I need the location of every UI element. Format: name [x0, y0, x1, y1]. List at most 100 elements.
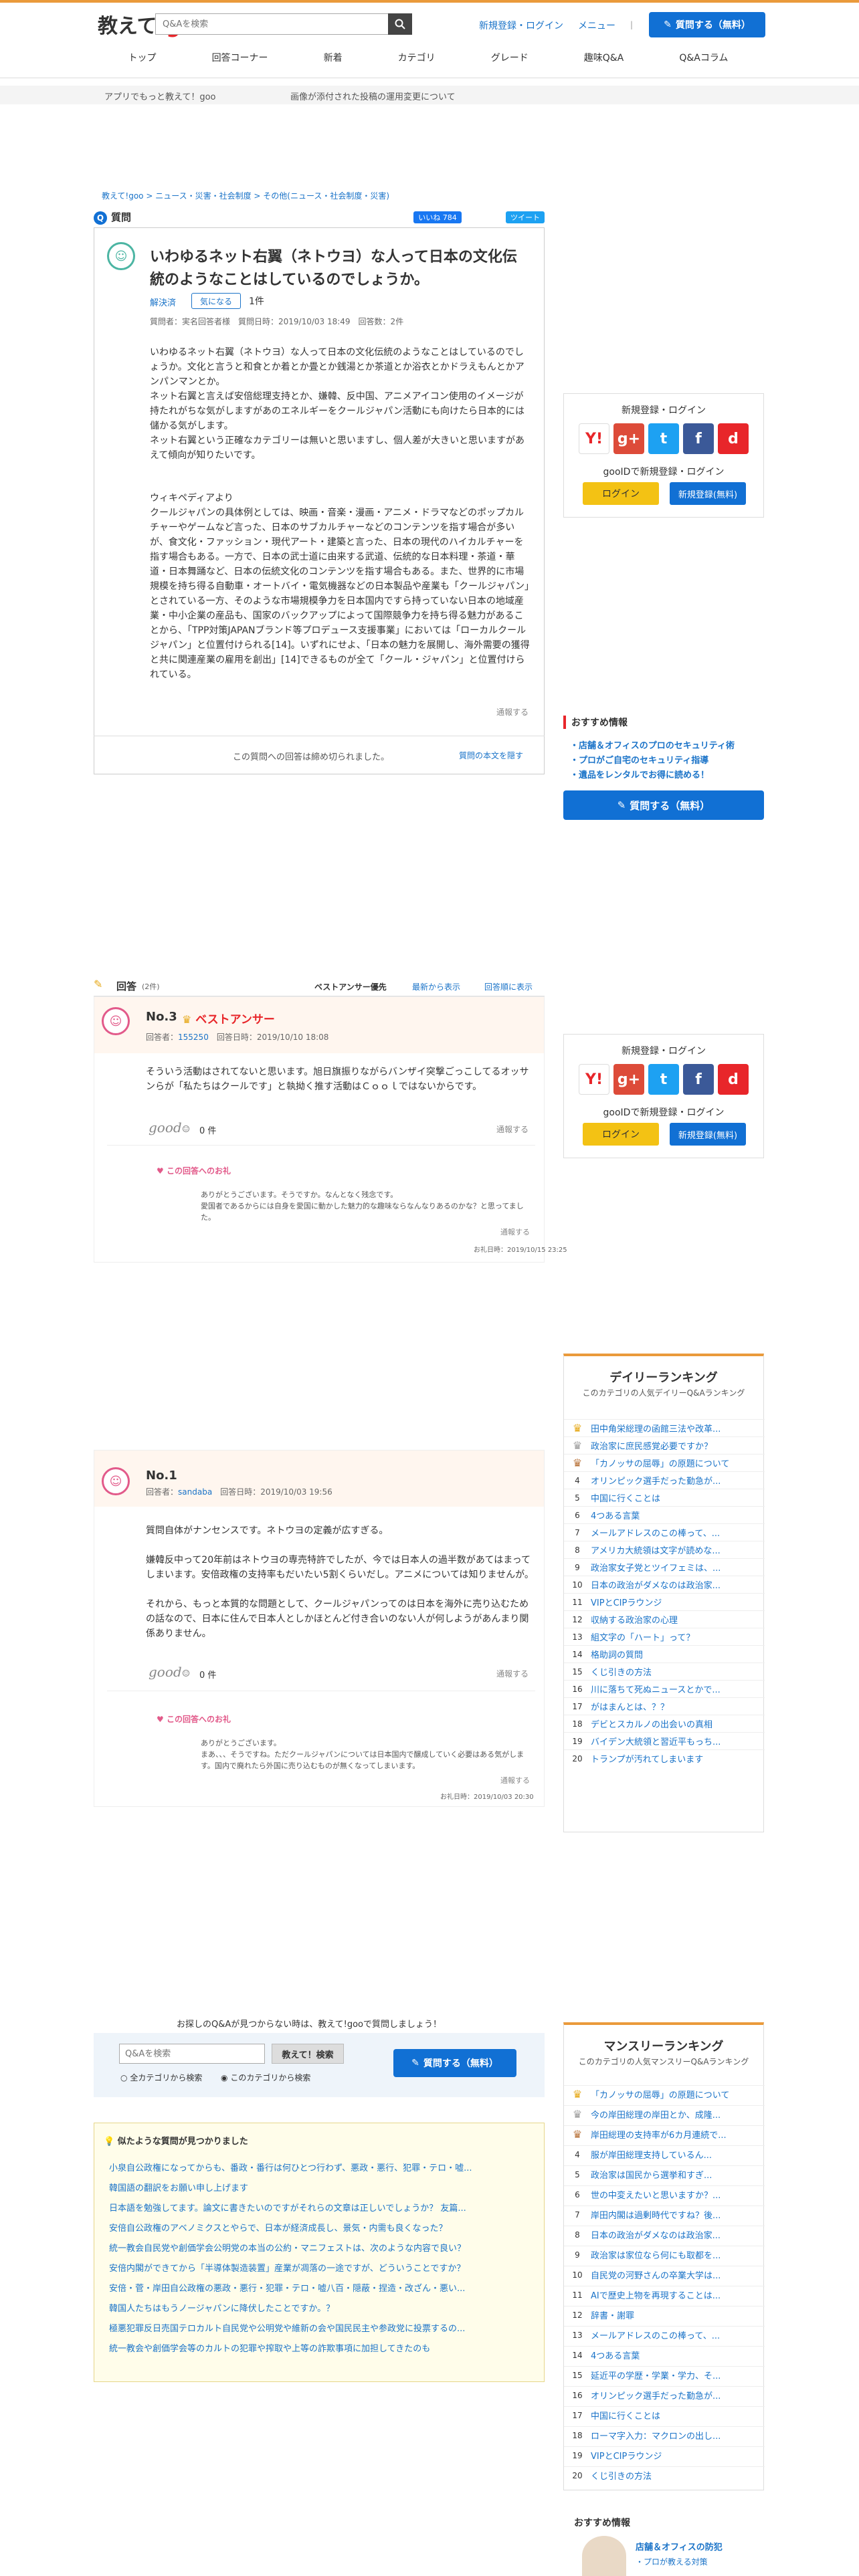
bottom-search-input[interactable] [119, 2044, 265, 2064]
ask-question-button[interactable]: ✎ 質問する（無料） [649, 12, 765, 37]
ranking-item[interactable]: 20 くじ引きの方法 [564, 2466, 765, 2484]
recommend-link-sub[interactable]: ・プロが教える対策 [636, 2556, 708, 2567]
ranking-item[interactable]: 10 自民党の河野さんの卒業大学は... [564, 2266, 765, 2283]
ranking-item[interactable]: ♛ 田中角栄総理の函館三法や改革... [564, 1419, 765, 1436]
ranking-item[interactable]: 14 4つある言葉 [564, 2346, 765, 2363]
sidebar-ask-button[interactable]: ✎ 質問する（無料） [563, 790, 764, 820]
recommend-link-title[interactable]: 店舗＆オフィスの防犯 [636, 2540, 723, 2553]
ranking-item[interactable]: 17 中国に行くことは [564, 2406, 765, 2424]
google-login-icon[interactable]: g+ [613, 1064, 644, 1095]
ranking-item[interactable]: 15 くじ引きの方法 [564, 1662, 765, 1680]
nav-item-qa-column[interactable]: Q&Aコラム [679, 51, 728, 64]
questioner-avatar[interactable]: ☺ [107, 242, 135, 270]
notice-policy-link[interactable]: 画像が添付された投稿の運用変更について [290, 90, 456, 102]
sidebar-login-button-2[interactable]: ログイン [583, 1123, 659, 1146]
similar-item[interactable]: 極悪犯罪反日売国テロカルト自民党や公明党や維新の会や国民民主や参政党に投票するの… [109, 2321, 531, 2334]
twitter-login-icon[interactable]: t [648, 423, 679, 454]
facebook-login-icon[interactable]: f [683, 423, 714, 454]
ranking-item[interactable]: 9 政治家女子党とツイフェミは、... [564, 1558, 765, 1576]
radio-this-category[interactable]: ◉ このカテゴリから検索 [221, 2072, 310, 2083]
ranking-item[interactable]: 13 組文字の「ハート」って？ [564, 1628, 765, 1645]
yahoo-login-icon[interactable]: Y! [579, 423, 609, 454]
ranking-item[interactable]: 11 AIで歴史上物を再現することは... [564, 2286, 765, 2303]
recommend-item-1[interactable]: ・店舗＆オフィスのプロのセキュリティ術 [570, 738, 735, 751]
docomo-login-icon[interactable]: d [718, 423, 749, 454]
similar-item[interactable]: 日本語を勉強してます。論文に書きたいのですがそれらの文章は正しいでしょうか？ 友… [109, 2201, 531, 2214]
similar-item[interactable]: 韓国人たちはもうノージャパンに降伏したことですか。？ [109, 2301, 531, 2314]
answer-report-link[interactable]: 通報する [496, 1668, 529, 1679]
ranking-item[interactable]: 20 トランプが汚れてしまいます [564, 1749, 765, 1767]
ranking-item[interactable]: 19 VIPとCIPラウンジ [564, 2446, 765, 2464]
sidebar-login-button[interactable]: ログイン [583, 482, 659, 505]
sort-answer-order[interactable]: 回答順に表示 [484, 981, 533, 992]
ranking-item[interactable]: 12 辞書・謝罪 [564, 2306, 765, 2323]
watch-button[interactable]: 気になる [191, 293, 241, 309]
ranking-item[interactable]: 6 4つある言葉 [564, 1506, 765, 1523]
ranking-item[interactable]: ♛ 「カノッサの屈辱」の原題について [564, 2085, 765, 2103]
ranking-item[interactable]: 16 オリンピック選手だった勤急が... [564, 2386, 765, 2403]
good-button[interactable]: good☺ [149, 1664, 190, 1680]
recommend-item-2[interactable]: ・プロがご自宅のセキュリティ指導 [570, 753, 708, 766]
radio-all-categories[interactable]: ○ 全カテゴリから検索 [120, 2072, 202, 2083]
ranking-item[interactable]: 7 メールアドレスのこの棒って、... [564, 1523, 765, 1541]
recommend-item-3[interactable]: ・遺品をレンタルでお得に読める！ [570, 768, 709, 780]
ranking-item[interactable]: 8 日本の政治がダメなのは政治家... [564, 2226, 765, 2243]
hide-body-link[interactable]: 質問の本文を隠す [459, 750, 523, 761]
similar-item[interactable]: 統一教会や創価学会等のカルトの犯罪や搾取や上等の詐欺事項に加担してきたのも [109, 2341, 531, 2354]
sort-best-first[interactable]: ベストアンサー優先 [314, 981, 387, 992]
facebook-login-icon[interactable]: f [683, 1064, 714, 1095]
ranking-item[interactable]: 17 がはまんとは、？？ [564, 1697, 765, 1715]
login-link[interactable]: 新規登録・ログイン [479, 19, 563, 32]
ranking-item[interactable]: ♛ 今の岸田総理の岸田とか、成隆... [564, 2105, 765, 2123]
nav-item-new[interactable]: 新着 [324, 51, 343, 64]
like-button[interactable]: いいね 784 [413, 211, 462, 223]
menu-link[interactable]: メニュー [578, 19, 615, 32]
nav-item-hobby-qa[interactable]: 趣味Q&A [584, 51, 624, 64]
ranking-item[interactable]: 16 川に落ちて死ぬニュースとかで... [564, 1680, 765, 1697]
ranking-item[interactable]: 15 延近平の学歴・学業・学力、そ... [564, 2366, 765, 2383]
nav-item-top[interactable]: トップ [128, 51, 157, 64]
nav-item-category[interactable]: カテゴリ [398, 51, 436, 64]
nav-item-answer-corner[interactable]: 回答コーナー [212, 51, 268, 64]
search-input[interactable] [156, 14, 357, 34]
answer-report-link[interactable]: 通報する [496, 1123, 529, 1135]
sidebar-register-button[interactable]: 新規登録(無料) [670, 482, 746, 505]
search-button[interactable] [388, 13, 412, 35]
ranking-item[interactable]: ♛ 岸田総理の支持率が6カ月連続で... [564, 2125, 765, 2143]
tweet-button[interactable]: ツイート [506, 211, 545, 223]
similar-item[interactable]: 安倍・菅・岸田自公政権の悪政・悪行・犯罪・テロ・嘘八百・隠蔽・捏造・改ざん・悪い… [109, 2281, 531, 2294]
ranking-item[interactable]: 6 世の中変えたいと思いますか？... [564, 2185, 765, 2203]
sidebar-register-button-2[interactable]: 新規登録(無料) [670, 1123, 746, 1146]
thanks-report-link[interactable]: 通報する [500, 1775, 530, 1786]
good-button[interactable]: good☺ [149, 1119, 190, 1136]
notice-app-link[interactable]: アプリでもっと教えて！goo [104, 90, 216, 102]
thanks-report-link[interactable]: 通報する [500, 1226, 530, 1237]
ranking-item[interactable]: 12 収納する政治家の心理 [564, 1610, 765, 1628]
ranking-item[interactable]: 18 デビとスカルノの出会いの真相 [564, 1715, 765, 1732]
recommend-thumbnail[interactable] [582, 2536, 626, 2576]
similar-item[interactable]: 安倍内閣ができてから「半導体製造装置」産業が凋落の一途ですが、どういうことですか… [109, 2261, 531, 2274]
breadcrumb[interactable]: 教えて!goo > ニュース・災害・社会制度 > その他(ニュース・社会制度・災… [102, 190, 389, 201]
bottom-ask-button[interactable]: ✎ 質問する（無料） [393, 2049, 516, 2077]
similar-item[interactable]: 小泉自公政権になってからも、番政・番行は何ひとつ行わず、悪政・悪行、犯罪・テロ・… [109, 2161, 531, 2173]
ranking-item[interactable]: ♛ 「カノッサの屈辱」の原題について [564, 1454, 765, 1471]
nav-item-grade[interactable]: グレード [491, 51, 529, 64]
ranking-item[interactable]: 5 政治家は国民から選挙和すぎ... [564, 2165, 765, 2183]
ranking-item[interactable]: 19 バイデン大統領と習近平もっち... [564, 1732, 765, 1749]
ranking-item[interactable]: 14 格助詞の質問 [564, 1645, 765, 1662]
twitter-login-icon[interactable]: t [648, 1064, 679, 1095]
ranking-item[interactable]: 4 服が岸田総理支持しているん... [564, 2145, 765, 2163]
yahoo-login-icon[interactable]: Y! [579, 1064, 609, 1095]
similar-item[interactable]: 統一教会自民党や創価学会公明党の本当の公約・マニフェストは、次のような内容で良い… [109, 2241, 531, 2254]
ranking-item[interactable]: 13 メールアドレスのこの棒って、... [564, 2326, 765, 2343]
ranking-item[interactable]: 10 日本の政治がダメなのは政治家... [564, 1576, 765, 1593]
docomo-login-icon[interactable]: d [718, 1064, 749, 1095]
ranking-item[interactable]: ♛ 政治家に庶民感覚必要ですか？ [564, 1436, 765, 1454]
bottom-search-button[interactable]: 教えて！検索 [272, 2044, 344, 2064]
ranking-item[interactable]: 8 アメリカ大統領は文字が読めな... [564, 1541, 765, 1558]
question-report-link[interactable]: 通報する [496, 706, 529, 718]
google-login-icon[interactable]: g+ [613, 423, 644, 454]
similar-item[interactable]: 韓国語の翻訳をお願い申し上げます [109, 2181, 531, 2193]
ranking-item[interactable]: 4 オリンピック選手だった勤急が... [564, 1471, 765, 1489]
ranking-item[interactable]: 11 VIPとCIPラウンジ [564, 1593, 765, 1610]
